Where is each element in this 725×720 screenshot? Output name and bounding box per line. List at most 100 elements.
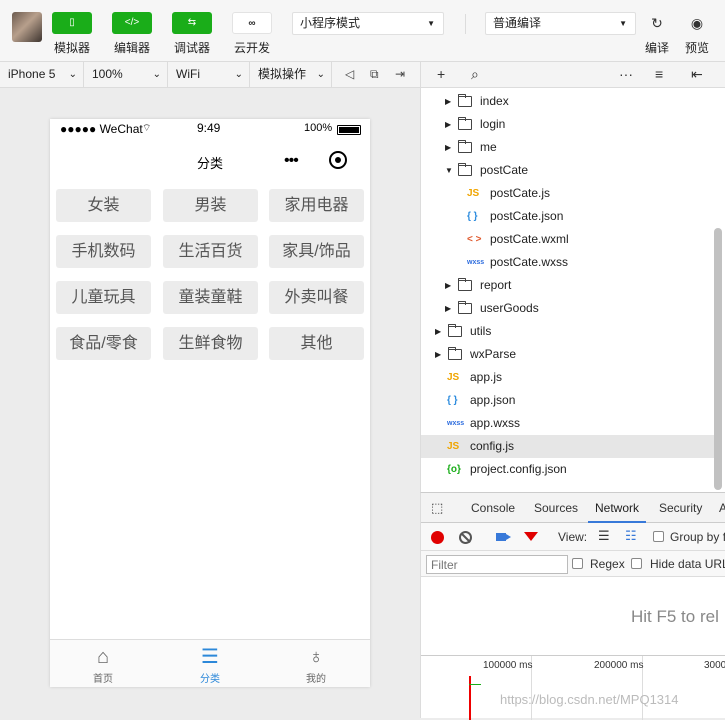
category-item[interactable]: 家具/饰品 bbox=[269, 235, 364, 268]
tree-item-label: project.config.json bbox=[470, 462, 567, 476]
tree-file-row[interactable]: JS app.js bbox=[421, 366, 716, 389]
chevron-right-icon[interactable]: ▶ bbox=[445, 90, 451, 113]
tab-home-label: 首页 bbox=[93, 674, 113, 685]
js-file-icon: JS bbox=[447, 372, 460, 383]
detach-icon[interactable]: ⇥ bbox=[395, 62, 405, 88]
more-dots-icon[interactable]: ••• bbox=[284, 152, 299, 170]
tree-scrollbar[interactable] bbox=[714, 228, 722, 490]
cloud-dev-button[interactable]: ∞ 云开发 bbox=[232, 12, 272, 56]
tree-item-label: me bbox=[480, 140, 497, 154]
close-target-icon[interactable] bbox=[329, 151, 347, 169]
debugger-toggle-button[interactable]: ⇆ 调试器 bbox=[172, 12, 212, 56]
category-item[interactable]: 儿童玩具 bbox=[56, 281, 151, 314]
category-item[interactable]: 外卖叫餐 bbox=[269, 281, 364, 314]
zoom-select[interactable]: 100% ⌄ bbox=[84, 62, 168, 88]
compile-button[interactable]: ↻ 编译 bbox=[640, 12, 674, 56]
mode-select[interactable]: 小程序模式 ▼ bbox=[292, 12, 444, 35]
tree-file-row[interactable]: < > postCate.wxml bbox=[421, 228, 716, 251]
view-label: View: bbox=[558, 530, 588, 544]
tab-security[interactable]: Security bbox=[659, 493, 702, 523]
regex-label: Regex bbox=[590, 557, 625, 571]
tree-file-row[interactable]: JS postCate.js bbox=[421, 182, 716, 205]
timeline-tick: 200000 ms bbox=[594, 660, 644, 671]
category-item[interactable]: 其他 bbox=[269, 327, 364, 360]
category-item[interactable]: 手机数码 bbox=[56, 235, 151, 268]
group-by-checkbox[interactable] bbox=[653, 531, 664, 542]
tree-file-row[interactable]: { } postCate.json bbox=[421, 205, 716, 228]
category-item[interactable]: 童装童鞋 bbox=[163, 281, 258, 314]
folder-icon bbox=[458, 301, 472, 314]
speaker-icon[interactable]: ◁ bbox=[345, 62, 354, 88]
tree-file-row[interactable]: wxss postCate.wxss bbox=[421, 251, 716, 274]
status-time: 9:49 bbox=[197, 121, 221, 135]
add-icon[interactable]: + bbox=[437, 62, 445, 88]
network-select[interactable]: WiFi ⌄ bbox=[168, 62, 250, 88]
tab-console[interactable]: Console bbox=[471, 493, 515, 523]
filter-icon[interactable] bbox=[524, 532, 538, 541]
category-item[interactable]: 男装 bbox=[163, 189, 258, 222]
home-icon: ⌂ bbox=[96, 646, 110, 668]
camera-icon[interactable] bbox=[496, 533, 511, 541]
record-icon[interactable] bbox=[431, 531, 444, 544]
category-item[interactable]: 食品/零食 bbox=[56, 327, 151, 360]
category-item[interactable]: 生活百货 bbox=[163, 235, 258, 268]
tree-folder-row[interactable]: ▶ login bbox=[421, 113, 716, 136]
group-by-label: Group by f bbox=[670, 530, 725, 544]
tree-folder-row[interactable]: ▶ userGoods bbox=[421, 297, 716, 320]
tab-category-label: 分类 bbox=[200, 674, 220, 685]
clear-icon[interactable] bbox=[459, 531, 472, 544]
window-icon[interactable]: ⧉ bbox=[370, 62, 379, 88]
tab-home[interactable]: ⌂ 首页 bbox=[63, 644, 143, 685]
simulator-toggle-button[interactable]: ▯ 模拟器 bbox=[52, 12, 92, 56]
search-icon[interactable]: ⌕ bbox=[471, 62, 479, 88]
list-view-icon[interactable]: ☰ bbox=[598, 528, 610, 544]
network-select-value: WiFi bbox=[176, 67, 200, 81]
collapse-icon[interactable]: ≡ bbox=[655, 62, 663, 88]
chevron-right-icon[interactable]: ▶ bbox=[435, 320, 441, 343]
chevron-right-icon[interactable]: ▶ bbox=[445, 297, 451, 320]
tree-folder-row[interactable]: ▶ me bbox=[421, 136, 716, 159]
tree-folder-row[interactable]: ▶ wxParse bbox=[421, 343, 716, 366]
chevron-right-icon[interactable]: ▶ bbox=[445, 274, 451, 297]
hide-data-url-checkbox[interactable] bbox=[631, 558, 642, 569]
cloud-icon: ∞ bbox=[232, 12, 272, 34]
tab-network[interactable]: Network bbox=[588, 493, 647, 523]
inspect-icon[interactable]: ⬚ bbox=[431, 493, 443, 523]
tree-folder-row[interactable]: ▶ report bbox=[421, 274, 716, 297]
tab-sources[interactable]: Sources bbox=[534, 493, 578, 523]
chevron-down-icon[interactable]: ▼ bbox=[445, 159, 453, 182]
tree-file-row[interactable]: wxss app.wxss bbox=[421, 412, 716, 435]
tab-category[interactable]: ☰ 分类 bbox=[170, 644, 250, 685]
user-avatar[interactable] bbox=[12, 12, 42, 42]
tree-item-label: postCate.js bbox=[490, 186, 551, 200]
preview-button[interactable]: ◉ 预览 bbox=[680, 12, 714, 56]
tree-folder-row[interactable]: ▼ postCate bbox=[421, 159, 716, 182]
filter-input[interactable] bbox=[426, 555, 568, 574]
folder-icon bbox=[458, 278, 472, 291]
category-item[interactable]: 生鲜食物 bbox=[163, 327, 258, 360]
waterfall-view-icon[interactable]: ☷ bbox=[625, 528, 637, 544]
chevron-right-icon[interactable]: ▶ bbox=[435, 343, 441, 366]
device-select[interactable]: iPhone 5 ⌄ bbox=[0, 62, 84, 88]
tree-folder-row[interactable]: ▶ index bbox=[421, 90, 716, 113]
compile-select[interactable]: 普通编译 ▼ bbox=[485, 12, 636, 35]
category-item[interactable]: 家用电器 bbox=[269, 189, 364, 222]
watermark-text: https://blog.csdn.net/MPQ1314 bbox=[500, 692, 679, 707]
tab-me[interactable]: ♁ 我的 bbox=[276, 644, 356, 685]
editor-toggle-button[interactable]: </> 编辑器 bbox=[112, 12, 152, 56]
devtools-tabs: ⬚ Console Sources Network Security A bbox=[421, 493, 725, 523]
chevron-right-icon[interactable]: ▶ bbox=[445, 136, 451, 159]
chevron-down-icon: ⌄ bbox=[234, 69, 243, 80]
chevron-right-icon[interactable]: ▶ bbox=[445, 113, 451, 136]
more-icon[interactable]: ··· bbox=[619, 62, 633, 88]
dock-icon[interactable]: ⇤ bbox=[691, 62, 703, 88]
regex-checkbox[interactable] bbox=[572, 558, 583, 569]
tree-file-row[interactable]: {o} project.config.json bbox=[421, 458, 716, 481]
category-item[interactable]: 女装 bbox=[56, 189, 151, 222]
tree-folder-row[interactable]: ▶ utils bbox=[421, 320, 716, 343]
tree-file-row[interactable]: { } app.json bbox=[421, 389, 716, 412]
simulate-ops-select[interactable]: 模拟操作 ⌄ bbox=[250, 62, 332, 88]
tree-item-label: app.wxss bbox=[470, 416, 521, 430]
tab-overflow[interactable]: A bbox=[719, 493, 725, 523]
tree-file-row[interactable]: JS config.js bbox=[421, 435, 716, 458]
